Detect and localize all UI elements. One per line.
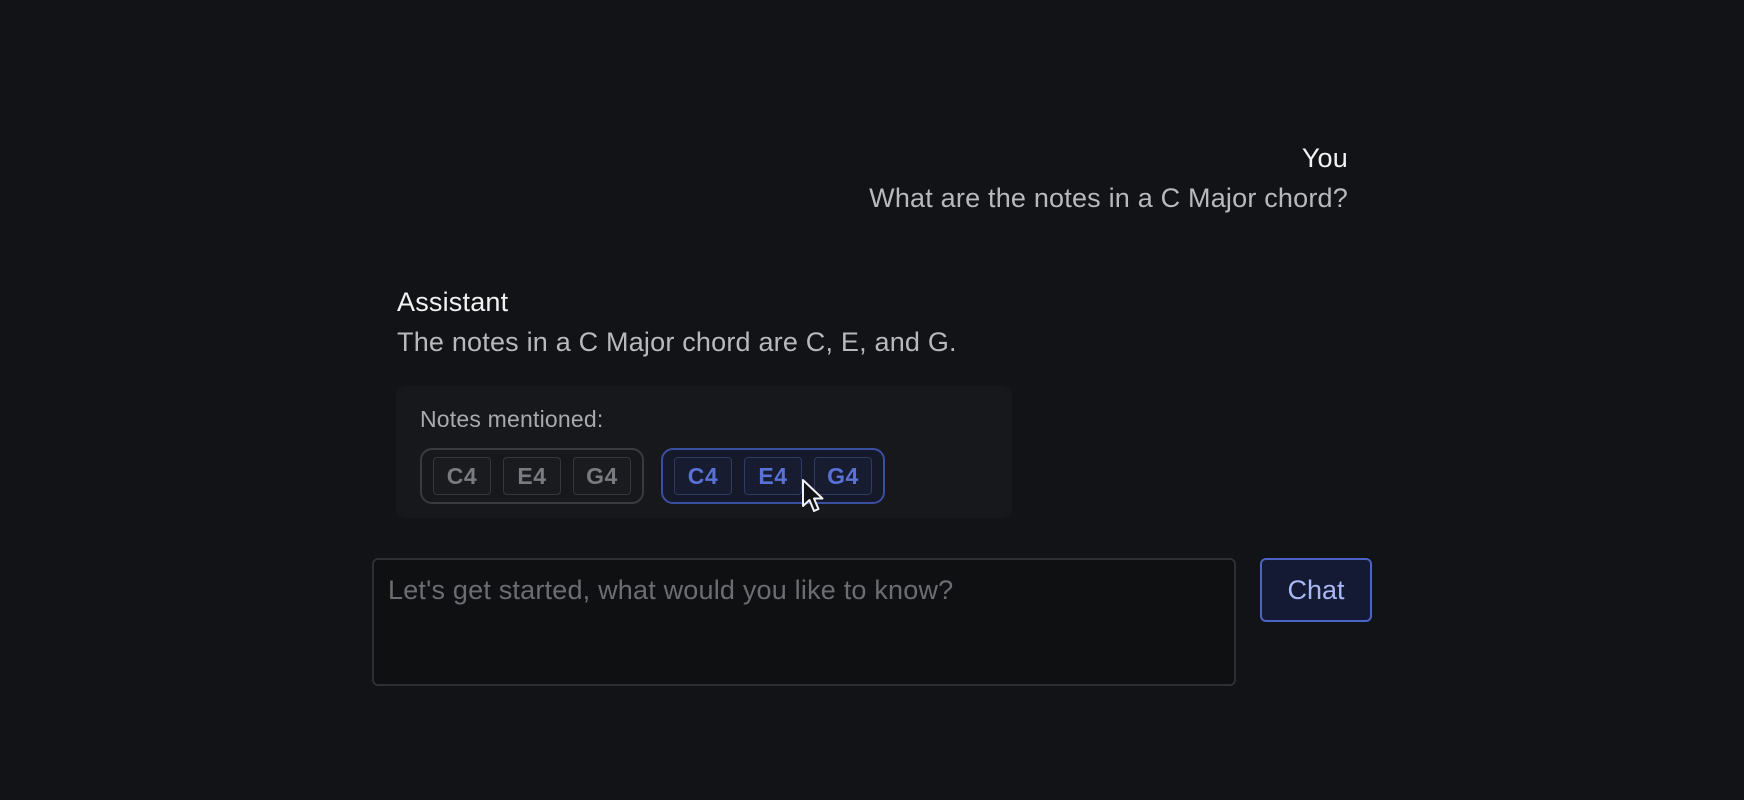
note-chip[interactable]: E4	[744, 457, 802, 495]
chat-send-button[interactable]: Chat	[1260, 558, 1372, 622]
notes-mentioned-panel: Notes mentioned: C4 E4 G4 C4 E4 G4	[396, 386, 1012, 518]
note-chip[interactable]: C4	[433, 457, 491, 495]
assistant-message-text: The notes in a C Major chord are C, E, a…	[397, 327, 957, 357]
note-chip[interactable]: E4	[503, 457, 561, 495]
notes-mentioned-label: Notes mentioned:	[420, 406, 604, 432]
assistant-message: Assistant The notes in a C Major chord a…	[397, 284, 957, 360]
assistant-sender-label: Assistant	[397, 287, 509, 317]
user-message-text: What are the notes in a C Major chord?	[869, 183, 1348, 213]
note-chord-group-hovered[interactable]: C4 E4 G4	[661, 448, 885, 504]
chat-input[interactable]	[372, 558, 1236, 686]
note-chord-group[interactable]: C4 E4 G4	[420, 448, 644, 504]
note-chip[interactable]: C4	[674, 457, 732, 495]
user-sender-label: You	[1301, 143, 1348, 173]
user-message: You What are the notes in a C Major chor…	[869, 140, 1348, 216]
chat-page: You What are the notes in a C Major chor…	[0, 0, 1744, 800]
mouse-pointer-icon	[802, 479, 824, 512]
note-chip-groups: C4 E4 G4 C4 E4 G4	[420, 448, 988, 504]
note-chip[interactable]: G4	[573, 457, 631, 495]
